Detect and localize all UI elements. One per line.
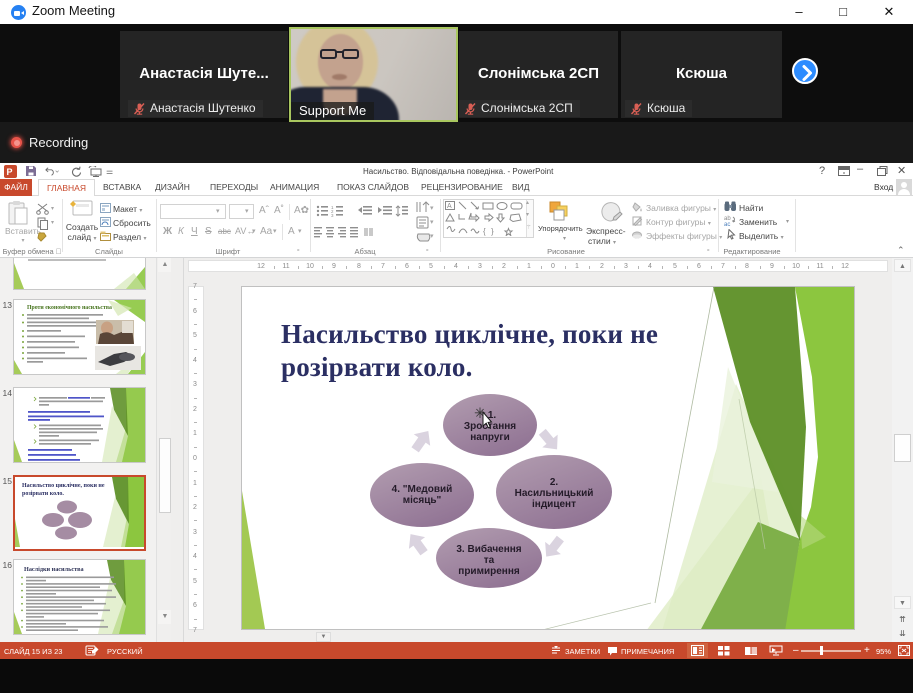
svg-text:Насильницький: Насильницький bbox=[515, 488, 594, 499]
svg-text:Проти економічного насильства: Проти економічного насильства bbox=[27, 305, 112, 311]
svg-text:2.: 2. bbox=[550, 477, 559, 488]
svg-text:розірвати коло.: розірвати коло. bbox=[22, 491, 64, 497]
svg-text:індицент: індицент bbox=[532, 499, 576, 510]
svg-text:ac: ac bbox=[724, 222, 730, 226]
svg-text:4. "Медовий: 4. "Медовий bbox=[392, 484, 453, 495]
svg-text:Наслідки насильства: Наслідки насильства bbox=[24, 566, 84, 573]
svg-text:примирення: примирення bbox=[458, 566, 520, 577]
svg-text:місяць": місяць" bbox=[403, 495, 442, 506]
svg-text:напруги: напруги bbox=[470, 432, 510, 443]
svg-text:3. Вибачення: 3. Вибачення bbox=[456, 543, 521, 555]
svg-text:A: A bbox=[447, 203, 452, 210]
svg-text:3: 3 bbox=[331, 213, 334, 217]
svg-text:P: P bbox=[7, 167, 13, 177]
svg-text:}: } bbox=[491, 227, 494, 236]
svg-text:та: та bbox=[484, 555, 495, 566]
svg-text:{: { bbox=[483, 227, 486, 236]
svg-text:Насильство циклічне, поки не: Насильство циклічне, поки не bbox=[22, 483, 105, 489]
